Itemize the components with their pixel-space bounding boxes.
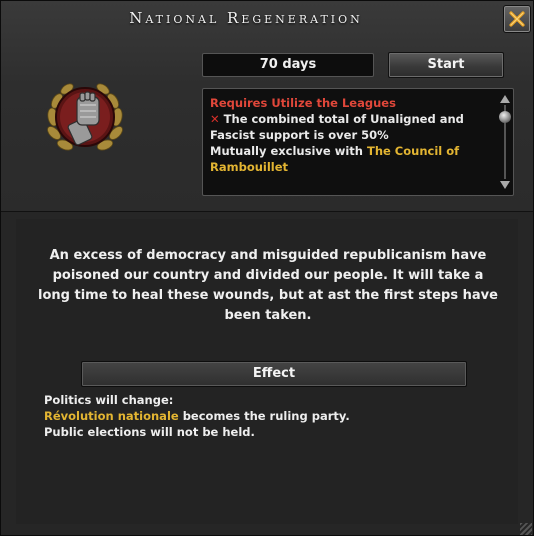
effect-line-party: Révolution nationale becomes the ruling … — [44, 408, 484, 424]
effect-list: Politics will change: Révolution nationa… — [44, 392, 484, 440]
effect-line-politics: Politics will change: — [44, 393, 174, 407]
close-button[interactable] — [503, 5, 531, 33]
focus-window: National Regeneration 70 days Start Requ… — [0, 0, 534, 536]
scroll-thumb[interactable] — [499, 111, 511, 123]
window-title: National Regeneration — [129, 9, 363, 27]
scroll-down-arrow-icon[interactable] — [500, 181, 510, 189]
party-suffix: becomes the ruling party. — [178, 409, 350, 423]
failed-x-icon: ✕ — [210, 112, 220, 126]
requirement-condition-text: The combined total of Unaligned and Fasc… — [210, 112, 464, 142]
effect-header: Effect — [81, 361, 467, 387]
focus-duration: 70 days — [202, 53, 374, 77]
effect-line-elections: Public elections will not be held. — [44, 425, 255, 439]
requirement-condition: ✕ The combined total of Unaligned and Fa… — [210, 111, 494, 143]
start-button[interactable]: Start — [388, 52, 504, 78]
resize-grip[interactable] — [520, 523, 532, 535]
mutually-exclusive-line: Mutually exclusive with The Council of R… — [210, 143, 494, 175]
requirement-heading: Requires Utilize the Leagues — [210, 96, 396, 110]
focus-header: National Regeneration 70 days Start Requ… — [1, 1, 533, 212]
exclusive-prefix: Mutually exclusive with — [210, 144, 367, 158]
requirements-text: Requires Utilize the Leagues ✕ The combi… — [210, 95, 494, 175]
fist-laurel-emblem-icon — [47, 83, 123, 151]
focus-description: An excess of democracy and misguided rep… — [38, 248, 498, 323]
requirements-scrollbar[interactable] — [499, 93, 511, 191]
close-x-icon — [509, 11, 525, 27]
scroll-up-arrow-icon[interactable] — [500, 95, 510, 103]
party-name: Révolution nationale — [44, 409, 179, 423]
requirements-panel: Requires Utilize the Leagues ✕ The combi… — [202, 88, 514, 196]
